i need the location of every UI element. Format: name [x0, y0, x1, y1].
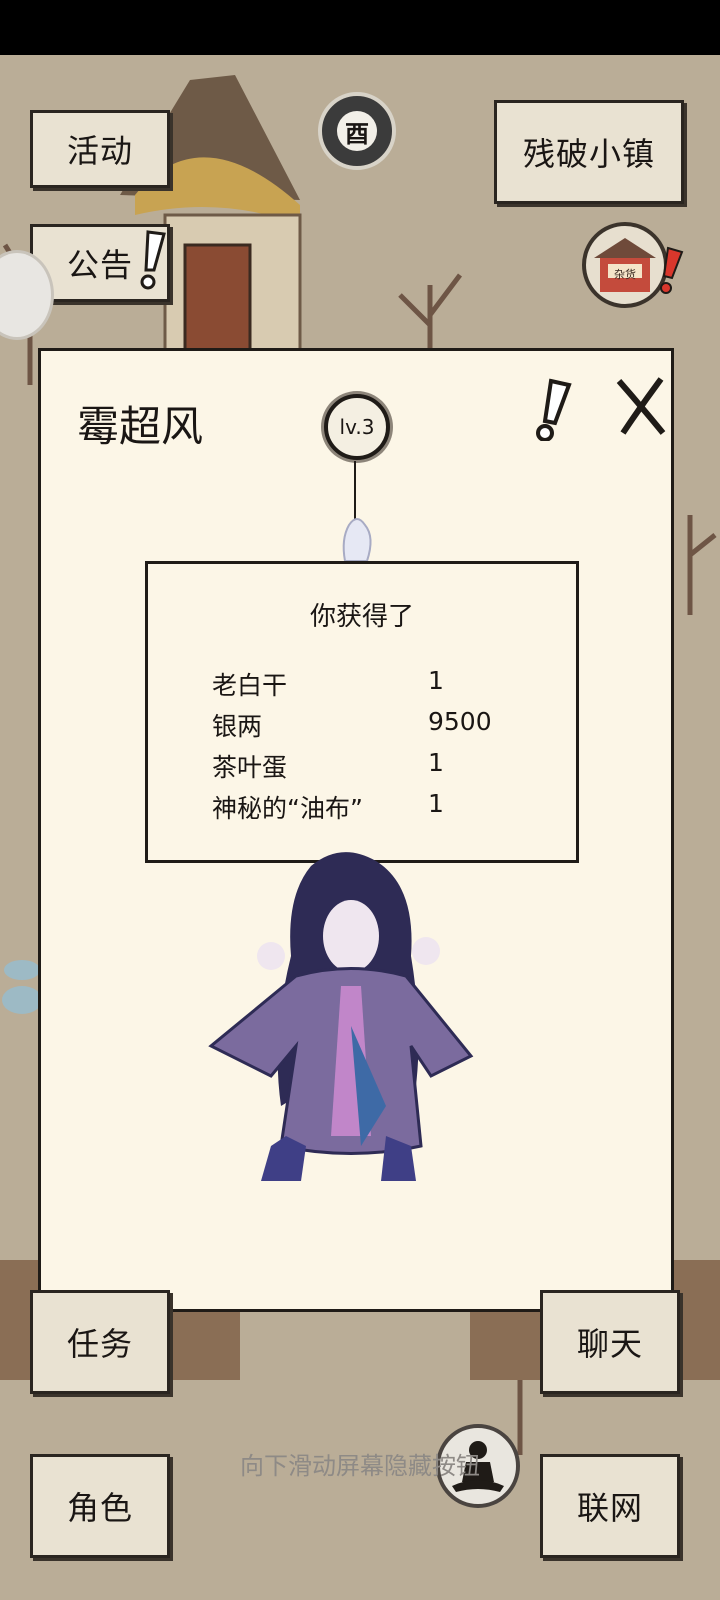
reward-item-qty: 1 [428, 748, 444, 777]
character-label: 角色 [66, 1489, 133, 1527]
reward-item: 银两 9500 [212, 707, 532, 743]
game-screen: 活动 公告 酉 残破小镇 杂货 霉超风 lv.3 你获得了 老白干 1 银两 9… [0, 0, 720, 1600]
reward-dialog: 你获得了 老白干 1 银两 9500 茶叶蛋 1 神秘的“油布” 1 [145, 561, 579, 863]
activity-label: 活动 [66, 132, 133, 170]
reward-title: 你获得了 [309, 602, 414, 632]
reward-item-qty: 9500 [428, 707, 492, 736]
reward-item-name: 老白干 [212, 671, 288, 700]
reward-item: 神秘的“油布” 1 [212, 789, 532, 825]
chat-button[interactable]: 聊天 [540, 1290, 680, 1394]
level-badge: lv.3 [324, 394, 390, 460]
spirit-icon [342, 518, 372, 562]
time-glyph: 酉 [337, 111, 377, 151]
reward-item: 茶叶蛋 1 [212, 748, 532, 784]
reward-item-name: 茶叶蛋 [212, 753, 288, 782]
quest-label: 任务 [66, 1325, 133, 1363]
chat-label: 聊天 [576, 1325, 643, 1363]
shop-label: 杂货 [614, 268, 636, 281]
quest-button[interactable]: 任务 [30, 1290, 170, 1394]
status-bar [0, 0, 720, 55]
location-label: 残破小镇 [522, 135, 655, 173]
location-button[interactable]: 残破小镇 [494, 100, 684, 204]
close-icon[interactable] [611, 371, 671, 441]
online-label: 联网 [576, 1489, 643, 1527]
hide-buttons-hint: 向下滑动屏幕隐藏按钮 [240, 1452, 480, 1480]
shop-icon [594, 238, 656, 292]
notice-alert-icon [140, 230, 166, 290]
time-badge[interactable]: 酉 [318, 92, 396, 170]
notice-label: 公告 [66, 246, 133, 284]
shop-alert-icon [660, 246, 684, 294]
npc-panel: 霉超风 lv.3 你获得了 老白干 1 银两 9500 茶叶蛋 1 神秘的“油布” 1 [38, 348, 674, 1312]
npc-name: 霉超风 [77, 402, 204, 451]
reward-item-qty: 1 [428, 789, 444, 818]
npc-portrait [208, 852, 474, 1181]
reward-item-name: 神秘的“油布” [212, 794, 363, 823]
reward-item-qty: 1 [428, 666, 444, 695]
reward-item-name: 银两 [212, 712, 263, 741]
npc-alert-icon[interactable] [531, 371, 581, 441]
level-label: lv.3 [339, 415, 375, 439]
reward-item: 老白干 1 [212, 666, 532, 702]
activity-button[interactable]: 活动 [30, 110, 170, 188]
